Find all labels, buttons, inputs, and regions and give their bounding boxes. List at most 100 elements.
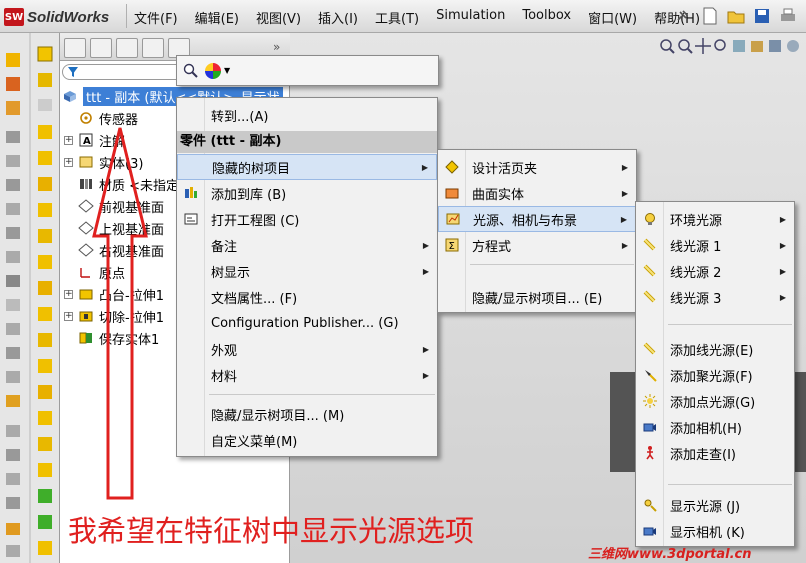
zoom-area-icon[interactable] <box>676 37 694 55</box>
menu-edit[interactable]: 编辑(E) <box>195 8 239 27</box>
expand-icon[interactable]: + <box>64 312 73 321</box>
menu-item[interactable]: Configuration Publisher... (G) <box>177 310 437 336</box>
menu-item[interactable]: 添加线光源(E) <box>636 336 794 362</box>
toolbar-column-1-icons <box>6 53 20 557</box>
menu-item[interactable]: Σ 方程式 ▶ <box>438 232 636 258</box>
menu-item-customize-menu[interactable]: 自定义菜单(M) <box>177 427 437 453</box>
pan-icon[interactable] <box>694 37 712 55</box>
chevron-down-icon[interactable]: ▼ <box>224 66 230 75</box>
menu-item[interactable]: 光源、相机与布景 ▶ <box>438 206 636 232</box>
menu-item[interactable]: 隐藏的树项目 ▶ <box>177 154 437 180</box>
property-manager-tab[interactable] <box>90 38 112 58</box>
menu-file[interactable]: 文件(F) <box>134 8 178 27</box>
menu-item[interactable]: 环境光源 ▶ <box>636 206 794 232</box>
dimxpert-manager-tab[interactable] <box>142 38 164 58</box>
menu-item[interactable]: 设计活页夹 ▶ <box>438 154 636 180</box>
menu-bar: 文件(F) 编辑(E) 视图(V) 插入(I) 工具(T) Simulation… <box>126 4 717 28</box>
standard-toolbar <box>700 6 804 26</box>
hide-show-items-icon[interactable] <box>784 37 802 55</box>
menu-item-hide-show-tree-items-sub[interactable]: 隐藏/显示树项目... (E) <box>438 284 636 310</box>
menu-item-label: 环境光源 <box>670 213 723 229</box>
zoom-to-selection-icon[interactable] <box>183 63 199 79</box>
display-style-icon[interactable] <box>766 37 784 55</box>
menu-item-label: 线光源 2 <box>670 265 722 281</box>
submenu-arrow-icon: ▶ <box>621 188 628 198</box>
submenu-arrow-icon: ▶ <box>621 240 628 250</box>
menu-item-label: 曲面实体 <box>472 187 525 203</box>
menu-item[interactable]: 曲面实体 ▶ <box>438 180 636 206</box>
submenu-arrow-icon: ▶ <box>779 266 786 276</box>
menu-item[interactable]: 添加聚光源(F) <box>636 362 794 388</box>
print-icon[interactable] <box>778 6 798 26</box>
menu-item[interactable]: 添加到库 (B) <box>177 180 437 206</box>
menu-item-label: 备注 <box>211 239 238 255</box>
menu-separator <box>668 484 792 485</box>
menu-item[interactable]: 显示光源 (J) <box>636 492 794 518</box>
menu-simulation[interactable]: Simulation <box>436 8 505 27</box>
submenu-arrow-icon: ▶ <box>422 266 429 276</box>
ambient-light-icon <box>645 213 655 225</box>
menu-item[interactable]: 外观 ▶ <box>177 336 437 362</box>
configuration-manager-tab[interactable] <box>116 38 138 58</box>
view-orientation-icon[interactable] <box>748 37 766 55</box>
menu-item[interactable]: 添加走查(I) <box>636 440 794 466</box>
directional-light-icon <box>643 264 656 277</box>
expand-icon[interactable]: + <box>64 136 73 145</box>
menu-item-label: 添加到库 (B) <box>211 187 287 203</box>
menu-window[interactable]: 窗口(W) <box>588 8 637 27</box>
appearance-icon[interactable] <box>205 63 221 79</box>
menu-item[interactable]: 树显示 ▶ <box>177 258 437 284</box>
menu-item-label: 隐藏的树项目 <box>212 161 291 177</box>
menu-item[interactable]: 材料 ▶ <box>177 362 437 388</box>
expand-icon[interactable]: + <box>64 158 73 167</box>
menu-item[interactable]: 打开工程图 (C) <box>177 206 437 232</box>
pin-icon[interactable] <box>674 8 690 24</box>
chevron-right-icon[interactable]: » <box>273 40 280 54</box>
menu-item[interactable]: 添加点光源(G) <box>636 388 794 414</box>
submenu-arrow-icon: ▶ <box>779 292 786 302</box>
surface-bodies-icon <box>445 188 459 199</box>
menu-item[interactable]: 添加相机(H) <box>636 414 794 440</box>
menu-item-label: 添加相机(H) <box>670 421 742 437</box>
menu-tools[interactable]: 工具(T) <box>375 8 419 27</box>
menu-separator <box>668 324 792 325</box>
new-document-icon[interactable] <box>700 6 720 26</box>
heads-up-view-toolbar <box>658 37 802 55</box>
zoom-to-fit-icon[interactable] <box>658 37 676 55</box>
show-lights-icon <box>644 499 657 512</box>
previous-view-icon[interactable] <box>712 37 730 55</box>
feature-manager-tab[interactable] <box>64 38 86 58</box>
add-to-library-icon <box>185 187 197 198</box>
menu-item-label: 打开工程图 (C) <box>211 213 300 229</box>
menu-view[interactable]: 视图(V) <box>256 8 301 27</box>
submenu-arrow-icon: ▶ <box>422 370 429 380</box>
save-icon[interactable] <box>752 6 772 26</box>
menu-item-label: 材料 <box>211 369 238 385</box>
section-view-icon[interactable] <box>730 37 748 55</box>
menu-item-label: 显示相机 (K) <box>670 525 745 541</box>
submenu-arrow-icon: ▶ <box>779 214 786 224</box>
menu-item-label: 外观 <box>211 343 238 359</box>
menu-toolbox[interactable]: Toolbox <box>522 8 571 27</box>
left-toolbar-icons <box>6 33 53 563</box>
menu-item-label: Configuration Publisher... (G) <box>211 315 399 331</box>
solidworks-logo[interactable]: SW SolidWorks <box>4 7 109 27</box>
menu-item[interactable]: 文档属性... (F) <box>177 284 437 310</box>
toolbar-column-2-icons <box>37 46 53 555</box>
menu-insert[interactable]: 插入(I) <box>318 8 358 27</box>
expand-icon[interactable]: + <box>64 290 73 299</box>
menu-item-hide-show-tree-items[interactable]: 隐藏/显示树项目... (M) <box>177 401 437 427</box>
menu-item[interactable]: 备注 ▶ <box>177 232 437 258</box>
menu-item[interactable]: 显示相机 (K) <box>636 518 794 544</box>
submenu-arrow-icon: ▶ <box>620 214 627 224</box>
equations-icon: Σ <box>445 238 459 252</box>
menu-item-label: 光源、相机与布景 <box>473 213 578 229</box>
menu-item[interactable]: 线光源 1 ▶ <box>636 232 794 258</box>
hidden-tree-items-submenu: 设计活页夹 ▶ 曲面实体 ▶ 光源、相机与布景 ▶ Σ 方程式 ▶ 隐藏/显示树项目... (E… <box>437 149 637 313</box>
menu-item[interactable]: 线光源 2 ▶ <box>636 258 794 284</box>
open-folder-icon[interactable] <box>726 6 746 26</box>
add-directional-light-icon <box>643 342 656 355</box>
menu-item[interactable]: 线光源 3 ▶ <box>636 284 794 310</box>
menu-item-goto[interactable]: 转到...(A) <box>177 102 437 128</box>
annotation-text: 我希望在特征树中显示光源选项 <box>68 514 475 548</box>
